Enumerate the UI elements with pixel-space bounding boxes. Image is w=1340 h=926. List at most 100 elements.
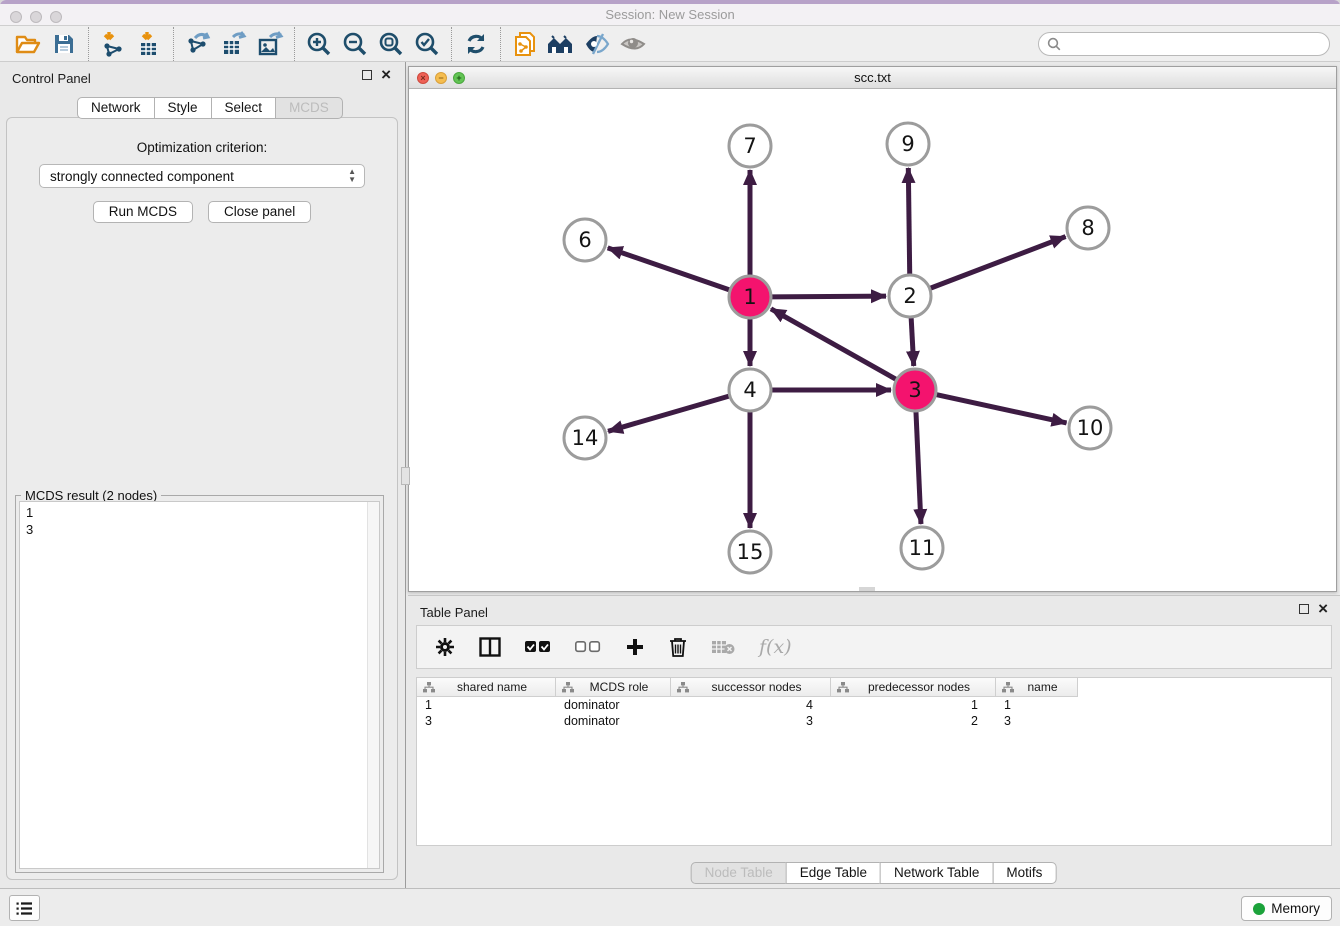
mcds-result-list[interactable]: 13 <box>19 501 380 869</box>
show-all-icon[interactable] <box>615 28 651 60</box>
select-all-columns-icon[interactable] <box>525 640 551 654</box>
close-panel-button[interactable]: Close panel <box>208 201 311 223</box>
cell-predecessor-nodes[interactable]: 2 <box>831 713 996 729</box>
unselect-all-columns-icon[interactable] <box>575 640 601 654</box>
clone-network-icon[interactable] <box>507 28 543 60</box>
table-settings-icon[interactable] <box>435 637 455 657</box>
zoom-in-icon[interactable] <box>301 28 337 60</box>
network-window-titlebar[interactable]: × − + scc.txt <box>409 67 1336 89</box>
node-label-3: 3 <box>908 378 921 402</box>
table-panel-tabs: Node TableEdge TableNetwork TableMotifs <box>692 862 1057 884</box>
node-label-2: 2 <box>903 284 916 308</box>
import-network-icon[interactable] <box>95 28 131 60</box>
close-panel-icon[interactable]: × <box>381 70 391 80</box>
edge-3-11[interactable] <box>916 411 921 524</box>
toolbar-separator <box>294 27 295 61</box>
network-window-title: scc.txt <box>409 70 1336 85</box>
edge-1-6[interactable] <box>608 248 730 290</box>
tab-edge-table[interactable]: Edge Table <box>786 862 881 884</box>
network-graph[interactable]: 1234678910111415 <box>409 89 1336 591</box>
split-table-icon[interactable] <box>479 637 501 657</box>
edge-2-3[interactable] <box>911 317 914 366</box>
table-header-row: shared nameMCDS rolesuccessor nodesprede… <box>417 678 1331 697</box>
node-label-9: 9 <box>901 132 914 156</box>
task-history-button[interactable] <box>9 895 40 921</box>
import-table-icon[interactable] <box>131 28 167 60</box>
mcds-tab-content: Optimization criterion: strongly connect… <box>6 117 398 880</box>
tab-motifs[interactable]: Motifs <box>992 862 1056 884</box>
first-neighbors-icon[interactable] <box>543 28 579 60</box>
tab-select[interactable]: Select <box>211 97 277 119</box>
table-panel-title: Table Panel <box>420 605 488 620</box>
tab-network-table[interactable]: Network Table <box>880 862 993 884</box>
node-label-10: 10 <box>1077 416 1104 440</box>
tab-network[interactable]: Network <box>77 97 155 119</box>
refresh-icon[interactable] <box>458 28 494 60</box>
optimization-criterion-label: Optimization criterion: <box>7 140 397 155</box>
zoom-out-icon[interactable] <box>337 28 373 60</box>
toolbar-separator <box>451 27 452 61</box>
hide-selected-icon[interactable] <box>579 28 615 60</box>
save-session-icon[interactable] <box>46 28 82 60</box>
cell-name[interactable]: 1 <box>996 697 1078 713</box>
tab-node-table[interactable]: Node Table <box>691 862 787 884</box>
node-label-6: 6 <box>578 228 591 252</box>
table-row[interactable]: 1dominator411 <box>417 697 1331 713</box>
cell-shared-name[interactable]: 1 <box>417 697 556 713</box>
network-canvas[interactable]: 1234678910111415 <box>409 89 1336 591</box>
list-icon <box>16 901 33 916</box>
table-row[interactable]: 3dominator323 <box>417 713 1331 729</box>
column-header-MCDS-role[interactable]: MCDS role <box>556 678 671 697</box>
panel-splitter-handle[interactable] <box>401 467 410 485</box>
tab-style[interactable]: Style <box>154 97 212 119</box>
cell-name[interactable]: 3 <box>996 713 1078 729</box>
node-label-8: 8 <box>1081 216 1094 240</box>
edge-4-14[interactable] <box>608 396 730 431</box>
edge-2-9[interactable] <box>908 168 909 275</box>
edge-2-8[interactable] <box>930 237 1066 289</box>
export-table-icon[interactable] <box>216 28 252 60</box>
edge-3-1[interactable] <box>771 309 897 380</box>
cell-predecessor-nodes[interactable]: 1 <box>831 697 996 713</box>
memory-button[interactable]: Memory <box>1241 896 1332 921</box>
search-input[interactable] <box>1038 32 1330 56</box>
float-table-panel-icon[interactable] <box>1299 604 1309 614</box>
column-header-successor-nodes[interactable]: successor nodes <box>671 678 831 697</box>
column-header-name[interactable]: name <box>996 678 1078 697</box>
float-panel-icon[interactable] <box>362 70 372 80</box>
cell-successor-nodes[interactable]: 4 <box>671 697 831 713</box>
tab-mcds[interactable]: MCDS <box>275 97 343 119</box>
zoom-fit-icon[interactable] <box>373 28 409 60</box>
node-label-15: 15 <box>737 540 764 564</box>
edge-3-10[interactable] <box>936 394 1067 422</box>
add-column-icon[interactable] <box>625 637 645 657</box>
result-scrollbar[interactable] <box>367 502 379 868</box>
export-image-icon[interactable] <box>252 28 288 60</box>
node-label-4: 4 <box>743 378 756 402</box>
delete-column-icon[interactable] <box>669 637 687 658</box>
delete-table-icon[interactable] <box>711 639 735 655</box>
node-label-14: 14 <box>572 426 599 450</box>
open-session-icon[interactable] <box>10 28 46 60</box>
zoom-selected-icon[interactable] <box>409 28 445 60</box>
cell-MCDS-role[interactable]: dominator <box>556 697 671 713</box>
export-network-icon[interactable] <box>180 28 216 60</box>
column-header-shared-name[interactable]: shared name <box>417 678 556 697</box>
result-line: 3 <box>26 521 379 538</box>
run-mcds-button[interactable]: Run MCDS <box>93 201 193 223</box>
search-icon <box>1047 37 1061 51</box>
cell-shared-name[interactable]: 3 <box>417 713 556 729</box>
toolbar-separator <box>500 27 501 61</box>
cell-MCDS-role[interactable]: dominator <box>556 713 671 729</box>
canvas-scroll-grip[interactable] <box>859 587 875 591</box>
node-label-7: 7 <box>743 134 756 158</box>
control-panel-title: Control Panel <box>12 71 91 86</box>
function-builder-icon[interactable]: f(x) <box>759 636 792 658</box>
column-header-predecessor-nodes[interactable]: predecessor nodes <box>831 678 996 697</box>
criterion-select[interactable]: strongly connected component ▲▼ <box>39 164 365 188</box>
cell-successor-nodes[interactable]: 3 <box>671 713 831 729</box>
network-view-window: × − + scc.txt 1234678910111415 <box>408 66 1337 592</box>
control-panel-tabs: NetworkStyleSelectMCDS <box>78 97 343 119</box>
close-table-panel-icon[interactable]: × <box>1318 604 1328 614</box>
edge-1-2[interactable] <box>771 296 886 297</box>
